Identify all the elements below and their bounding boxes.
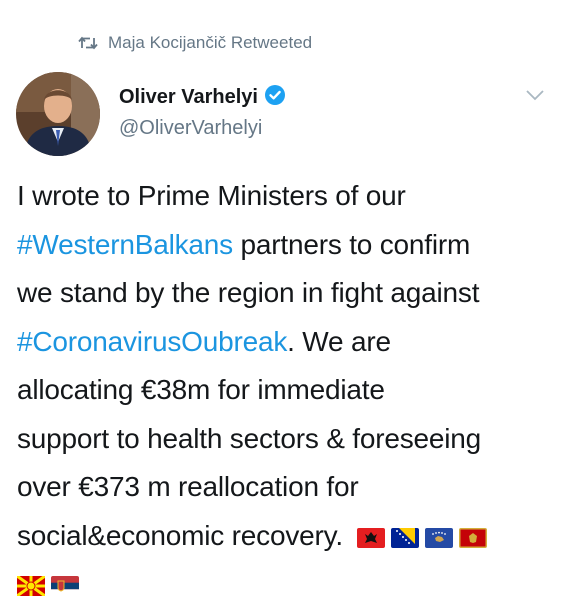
tweet-line: social&economic recovery. <box>17 512 557 561</box>
albania-flag-icon <box>356 515 385 564</box>
retweet-icon <box>78 35 98 51</box>
chevron-down-icon <box>525 89 545 106</box>
tweet-line: #CoronavirusOubreak. We are <box>17 318 557 367</box>
avatar[interactable] <box>16 72 100 156</box>
montenegro-flag-icon <box>458 515 487 564</box>
verified-badge-icon <box>264 84 286 111</box>
kosovo-flag-icon <box>424 515 453 564</box>
author-handle[interactable]: @OliverVarhelyi <box>119 117 286 140</box>
tweet-line <box>16 560 557 612</box>
tweet-text-segment: over €373 m reallocation for <box>17 471 359 502</box>
author-name[interactable]: Oliver Varhelyi <box>119 86 258 109</box>
tweet-line: I wrote to Prime Ministers of our <box>17 172 557 221</box>
retweet-context[interactable]: Maja Kocijančič Retweeted <box>78 30 312 56</box>
tweet-text-segment: . We are <box>287 325 391 357</box>
hashtag-link[interactable]: #WesternBalkans <box>17 229 233 260</box>
tweet-text-segment: partners to confirm <box>232 228 471 260</box>
tweet-menu-button[interactable] <box>525 88 545 107</box>
tweet-line: #WesternBalkans partners to confirm <box>17 221 557 270</box>
serbia-flag-icon <box>51 563 79 612</box>
tweet-text: I wrote to Prime Ministers of our #Weste… <box>16 172 557 612</box>
bosnia-flag-icon <box>390 515 419 564</box>
tweet-text-segment: support to health sectors & foreseeing <box>17 422 482 454</box>
tweet-text-segment: we stand by the region in fight against <box>17 277 480 308</box>
hashtag-link[interactable]: #CoronavirusOubreak <box>17 326 287 357</box>
tweet-text-segment: social&economic recovery. <box>17 519 351 551</box>
tweet-line: support to health sectors & foreseeing <box>17 415 557 464</box>
tweet-line: allocating €38m for immediate <box>17 366 557 415</box>
tweet-line: over €373 m reallocation for <box>17 463 557 512</box>
tweet-text-segment: I wrote to Prime Ministers of our <box>17 180 406 211</box>
tweet-text-segment: allocating €38m for immediate <box>17 374 385 405</box>
retweet-text[interactable]: Maja Kocijančič Retweeted <box>108 33 312 53</box>
north-macedonia-flag-icon <box>16 563 46 612</box>
tweet-line: we stand by the region in fight against <box>17 269 557 318</box>
tweet-author[interactable]: Oliver Varhelyi @OliverVarhelyi <box>119 84 286 140</box>
